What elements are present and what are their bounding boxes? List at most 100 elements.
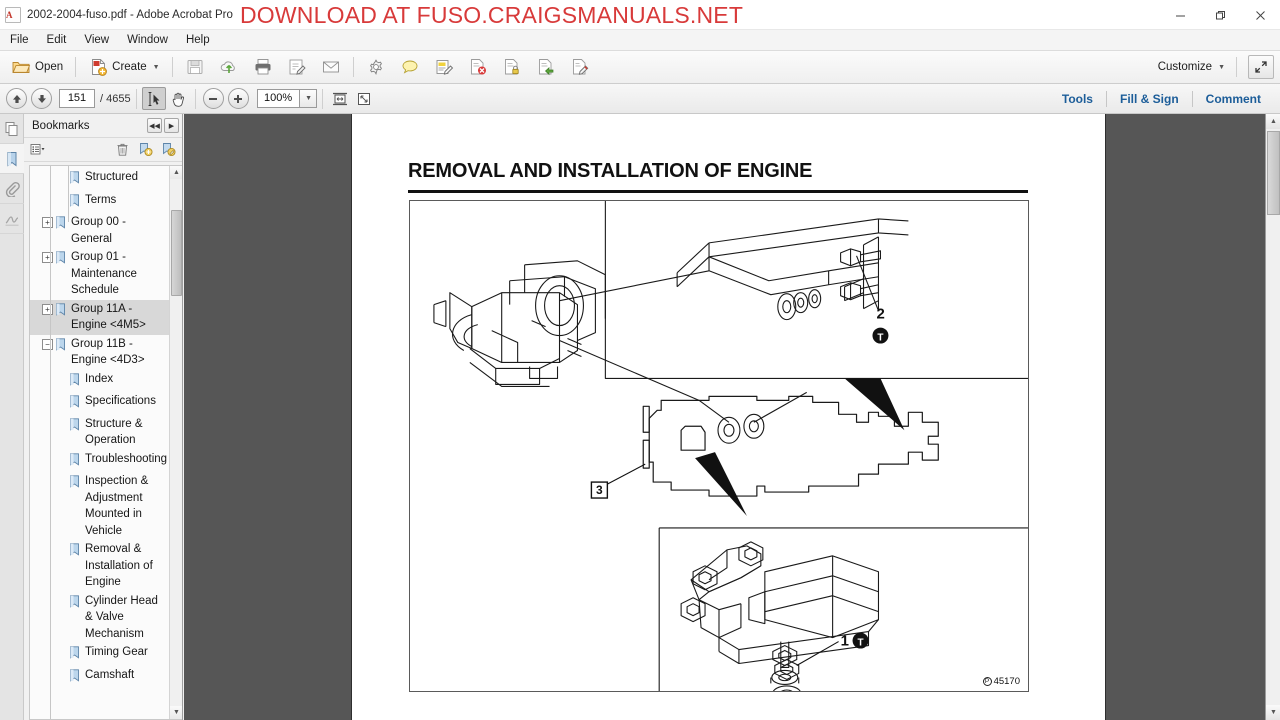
bookmarks-panel-header: Bookmarks ◀◀ ▶ [24, 114, 182, 138]
engine-mount-diagram: 2 T 3 1 T [433, 201, 1028, 692]
sticky-note-button[interactable] [394, 54, 426, 80]
menu-view[interactable]: View [76, 32, 117, 48]
previous-page-button[interactable] [6, 88, 27, 109]
bookmarks-scrollbar[interactable]: ▲ ▼ [169, 166, 182, 719]
bookmark-icon [55, 337, 68, 357]
tab-comment[interactable]: Comment [1193, 84, 1274, 114]
open-folder-icon [11, 57, 31, 77]
bookmark-icon [55, 251, 68, 270]
bookmarks-toolbar [24, 138, 182, 162]
tree-guideline [50, 166, 51, 719]
bookmark-label: Camshaft [85, 668, 135, 681]
toolbar-divider [135, 88, 137, 109]
expand-toolbar-button[interactable] [1248, 55, 1274, 79]
menu-file[interactable]: File [2, 32, 37, 48]
right-pane-tabs: Tools Fill & Sign Comment [1049, 84, 1280, 114]
bookmark-icon [69, 372, 82, 392]
export-button[interactable] [530, 54, 562, 80]
doc-scroll-down-button[interactable]: ▼ [1266, 705, 1280, 720]
toolbar-divider [352, 57, 354, 77]
new-bookmark-button[interactable] [135, 140, 155, 159]
main-toolbar: Open Create ▼ Customize ▼ [0, 51, 1280, 84]
bookmark-options-button[interactable] [28, 140, 48, 159]
fit-width-button[interactable] [328, 87, 352, 110]
upload-cloud-button[interactable] [213, 54, 245, 80]
print-button[interactable] [247, 54, 279, 80]
bookmark-icon [55, 216, 68, 235]
scroll-up-button[interactable]: ▲ [170, 166, 182, 179]
page-total-label: / 4655 [100, 92, 131, 105]
collapse-node-icon[interactable]: − [42, 338, 53, 350]
page-thumbnails-icon [5, 121, 18, 136]
tab-tools[interactable]: Tools [1049, 84, 1106, 114]
print-icon [253, 57, 273, 77]
zoom-out-button[interactable] [202, 88, 224, 109]
zoom-in-button[interactable] [227, 88, 249, 109]
settings-button[interactable] [360, 54, 392, 80]
scroll-down-button[interactable]: ▼ [170, 706, 182, 719]
fit-page-button[interactable] [352, 87, 376, 110]
expand-node-icon[interactable]: + [42, 217, 53, 228]
hand-tool-button[interactable] [166, 87, 190, 110]
bookmark-label: Specifications [85, 395, 156, 407]
rail-bookmarks[interactable] [0, 144, 24, 174]
window-controls [1160, 0, 1280, 30]
menu-help[interactable]: Help [178, 32, 218, 48]
fit-width-icon [332, 92, 347, 105]
svg-text:T: T [857, 638, 863, 649]
expand-panel-button[interactable]: ▶ [164, 118, 179, 133]
document-viewport[interactable]: REMOVAL AND INSTALLATION OF ENGINE 2 T 3… [184, 114, 1280, 720]
protect-button[interactable] [496, 54, 528, 80]
doc-scroll-up-button[interactable]: ▲ [1266, 114, 1280, 129]
expand-node-icon[interactable]: + [42, 303, 53, 315]
restore-button[interactable] [1200, 0, 1240, 30]
rail-attachments[interactable] [0, 174, 24, 204]
page-number-input[interactable]: 151 [59, 89, 95, 108]
collapse-panel-button[interactable]: ◀◀ [147, 118, 162, 133]
redact-button[interactable] [462, 54, 494, 80]
delete-bookmark-button[interactable] [112, 140, 132, 159]
email-button[interactable] [315, 54, 347, 80]
sign-button[interactable] [281, 54, 313, 80]
open-button[interactable]: Open [5, 54, 69, 80]
bookmark-icon [69, 668, 82, 688]
toolbar-divider [75, 57, 77, 77]
window-title: 2002-2004-fuso.pdf - Adobe Acrobat Pro [27, 8, 233, 21]
figure-id-prefix-icon: P [982, 677, 992, 686]
bookmark-icon [7, 151, 17, 166]
zoom-dropdown-button[interactable]: ▼ [298, 89, 317, 108]
bookmarks-list[interactable]: Structured Terms + Group 00 - General + Group… [29, 165, 182, 720]
open-label: Open [35, 61, 64, 73]
menu-bar: File Edit View Window Help [0, 30, 1280, 51]
expand-node-icon[interactable]: + [42, 252, 53, 263]
signature-icon [5, 215, 19, 226]
create-button[interactable]: Create ▼ [82, 54, 165, 80]
scrollbar-thumb[interactable] [171, 210, 182, 296]
select-tool-button[interactable] [141, 87, 166, 110]
bookmark-label: Group 11B - Engine <4D3> [71, 337, 145, 367]
zoom-level-input[interactable]: 100% [256, 89, 299, 108]
page-title: REMOVAL AND INSTALLATION OF ENGINE [408, 160, 813, 182]
edit-bookmark-button[interactable] [158, 140, 178, 159]
document-vertical-scrollbar[interactable]: ▲ ▼ [1265, 114, 1280, 720]
next-page-button[interactable] [31, 88, 52, 109]
rail-signatures[interactable] [0, 204, 24, 234]
connector-wedge [695, 452, 747, 516]
customize-button[interactable]: Customize ▼ [1152, 54, 1231, 80]
bookmark-icon [69, 594, 82, 614]
doc-scrollbar-thumb[interactable] [1267, 131, 1280, 215]
edit-pdf-button[interactable] [564, 54, 596, 80]
bookmark-label: Group 01 - Maintenance Schedule [71, 251, 137, 296]
menu-edit[interactable]: Edit [39, 32, 75, 48]
highlight-text-button[interactable] [428, 54, 460, 80]
save-button[interactable] [179, 54, 211, 80]
connector-wedge [844, 378, 905, 431]
minimize-button[interactable] [1160, 0, 1200, 30]
rail-page-thumbnails[interactable] [0, 114, 24, 144]
download-banner-overlay: DOWNLOAD AT FUSO.CRAIGSMANUALS.NET [240, 2, 744, 28]
close-button[interactable] [1240, 0, 1280, 30]
toolbar-divider [194, 88, 196, 109]
menu-window[interactable]: Window [119, 32, 176, 48]
tab-fill-and-sign[interactable]: Fill & Sign [1107, 84, 1192, 114]
bookmarks-panel-buttons: ◀◀ ▶ [147, 118, 182, 133]
